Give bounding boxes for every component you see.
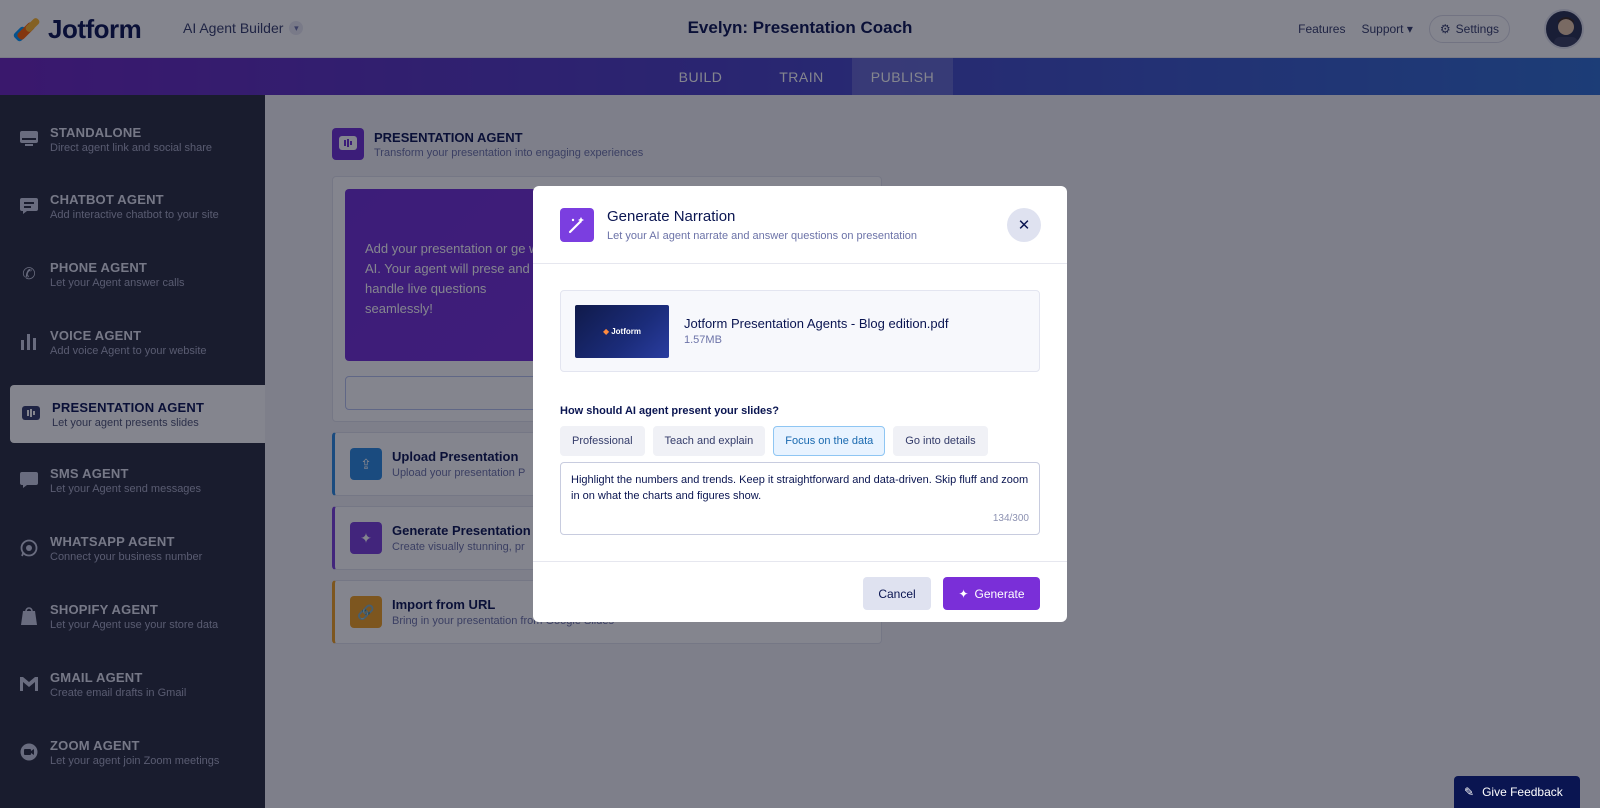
magic-wand-icon: [560, 208, 594, 242]
feedback-label: Give Feedback: [1482, 785, 1563, 799]
give-feedback-button[interactable]: ✎ Give Feedback: [1454, 776, 1580, 808]
modal-title: Generate Narration: [607, 208, 736, 225]
close-button[interactable]: ✕: [1007, 208, 1041, 242]
thumbnail-logo-text: Jotform: [611, 327, 641, 336]
close-icon: ✕: [1017, 217, 1031, 234]
style-chip-professional[interactable]: Professional: [560, 426, 645, 456]
generate-button[interactable]: ✦ Generate: [943, 577, 1040, 610]
style-chip-details[interactable]: Go into details: [893, 426, 988, 456]
file-thumbnail: ◆ Jotform: [575, 305, 669, 358]
style-chip-teach[interactable]: Teach and explain: [652, 426, 766, 456]
file-size: 1.57MB: [684, 334, 722, 346]
narration-text: Highlight the numbers and trends. Keep i…: [571, 474, 1029, 502]
style-chip-focus-data[interactable]: Focus on the data: [773, 426, 886, 456]
generate-label: Generate: [974, 586, 1025, 601]
jotform-logo-icon: ◆: [603, 327, 610, 336]
generate-narration-modal: Generate Narration Let your AI agent nar…: [533, 186, 1067, 622]
modal-footer: Cancel ✦ Generate: [533, 561, 1067, 622]
file-name: Jotform Presentation Agents - Blog editi…: [684, 316, 949, 331]
char-count: 134/300: [992, 513, 1029, 524]
style-question: How should AI agent present your slides?: [560, 405, 780, 417]
narration-textarea[interactable]: Highlight the numbers and trends. Keep i…: [560, 462, 1040, 535]
cancel-button[interactable]: Cancel: [863, 577, 931, 610]
modal-subtitle: Let your AI agent narrate and answer que…: [607, 230, 918, 242]
modal-header: Generate Narration Let your AI agent nar…: [533, 186, 1067, 264]
file-card: ◆ Jotform Jotform Presentation Agents - …: [560, 290, 1040, 372]
feedback-icon: ✎: [1464, 785, 1475, 799]
style-chips: Professional Teach and explain Focus on …: [560, 426, 988, 456]
sparkle-icon: ✦: [958, 586, 969, 601]
